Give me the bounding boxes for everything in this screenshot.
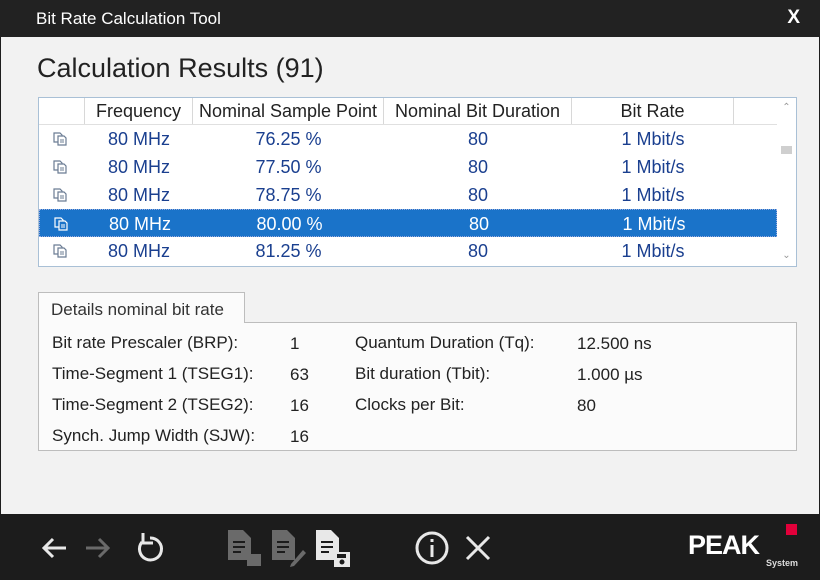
row-document-icon bbox=[53, 244, 67, 258]
row-document-icon bbox=[53, 132, 67, 146]
cell-bit-duration: 80 bbox=[467, 157, 489, 177]
back-arrow-icon bbox=[41, 537, 66, 559]
results-heading: Calculation Results (91) bbox=[37, 53, 324, 83]
tseg1-value: 63 bbox=[290, 365, 309, 384]
tseg2-value: 16 bbox=[290, 396, 309, 415]
tbit-value: 1.000 µs bbox=[577, 365, 643, 384]
main-content: Calculation Results (91) Frequency Nomin… bbox=[1, 37, 819, 514]
tseg1-label: Time-Segment 1 (TSEG1): bbox=[52, 364, 254, 383]
cell-bit-rate: 1 Mbit/s bbox=[622, 214, 686, 234]
window-title: Bit Rate Calculation Tool bbox=[36, 9, 221, 28]
table-row[interactable]: 80 MHz 78.75 % 80 1 Mbit/s bbox=[39, 181, 777, 209]
cell-bit-rate: 1 Mbit/s bbox=[621, 129, 685, 149]
cell-sample-point: 78.75 % bbox=[255, 185, 322, 205]
edit-document-icon bbox=[272, 530, 306, 567]
copy-button[interactable] bbox=[224, 526, 264, 570]
cell-sample-point: 80.00 % bbox=[256, 214, 323, 234]
cell-frequency: 80 MHz bbox=[108, 214, 171, 234]
details-panel: Bit rate Prescaler (BRP): 1 Time-Segment… bbox=[38, 322, 797, 451]
scroll-up-icon[interactable]: ⌃ bbox=[779, 101, 794, 115]
column-header-bit-duration[interactable]: Nominal Bit Duration bbox=[384, 98, 572, 124]
info-icon bbox=[415, 531, 449, 565]
brp-label: Bit rate Prescaler (BRP): bbox=[52, 333, 239, 352]
cell-sample-point: 81.25 % bbox=[255, 241, 322, 261]
tq-value: 12.500 ns bbox=[577, 334, 652, 353]
title-bar: Bit Rate Calculation Tool X bbox=[0, 0, 820, 37]
tseg2-label: Time-Segment 2 (TSEG2): bbox=[52, 395, 254, 414]
header-icon-column bbox=[39, 98, 85, 124]
logo-red-square bbox=[786, 524, 797, 535]
cancel-button[interactable] bbox=[458, 526, 498, 570]
tq-label: Quantum Duration (Tq): bbox=[355, 333, 535, 352]
logo-subtext: System bbox=[765, 558, 798, 568]
forward-button[interactable] bbox=[78, 526, 118, 570]
clocks-per-bit-label: Clocks per Bit: bbox=[355, 395, 465, 414]
cell-bit-duration: 80 bbox=[467, 241, 489, 261]
row-document-icon bbox=[54, 217, 68, 231]
table-row[interactable]: 80 MHz 81.25 % 80 1 Mbit/s bbox=[39, 237, 777, 265]
results-grid[interactable]: Frequency Nominal Sample Point Nominal B… bbox=[38, 97, 797, 267]
table-row[interactable]: 80 MHz 76.25 % 80 1 Mbit/s bbox=[39, 125, 777, 153]
edit-button[interactable] bbox=[268, 526, 308, 570]
sjw-value: 16 bbox=[290, 427, 309, 446]
cell-frequency: 80 MHz bbox=[107, 129, 170, 149]
close-icon bbox=[465, 535, 491, 561]
sjw-label: Synch. Jump Width (SJW): bbox=[52, 426, 256, 445]
tab-details-nominal-bit-rate[interactable]: Details nominal bit rate bbox=[38, 292, 245, 323]
cell-sample-point: 77.50 % bbox=[255, 157, 322, 177]
cell-bit-rate: 1 Mbit/s bbox=[621, 185, 685, 205]
cell-frequency: 80 MHz bbox=[107, 157, 170, 177]
copy-document-icon bbox=[228, 530, 261, 566]
brp-value: 1 bbox=[290, 334, 300, 353]
peak-logo: PEAK System bbox=[688, 524, 800, 572]
column-header-sample-point[interactable]: Nominal Sample Point bbox=[193, 98, 384, 124]
forward-arrow-icon bbox=[86, 537, 111, 559]
reset-icon bbox=[138, 533, 163, 562]
cell-sample-point: 76.25 % bbox=[255, 129, 322, 149]
save-button[interactable] bbox=[312, 526, 352, 570]
reset-button[interactable] bbox=[130, 526, 170, 570]
footer-toolbar: PEAK System bbox=[0, 514, 820, 580]
row-document-icon bbox=[53, 160, 67, 174]
cell-bit-duration: 80 bbox=[467, 185, 489, 205]
column-header-bit-rate[interactable]: Bit Rate bbox=[572, 98, 734, 124]
cell-frequency: 80 MHz bbox=[107, 185, 170, 205]
back-button[interactable] bbox=[34, 526, 74, 570]
info-button[interactable] bbox=[412, 526, 452, 570]
cell-bit-rate: 1 Mbit/s bbox=[621, 241, 685, 261]
save-document-icon bbox=[316, 530, 350, 567]
cell-bit-duration: 80 bbox=[468, 214, 490, 234]
clocks-per-bit-value: 80 bbox=[577, 396, 596, 415]
cell-bit-rate: 1 Mbit/s bbox=[621, 157, 685, 177]
cell-frequency: 80 MHz bbox=[107, 241, 170, 261]
vertical-scrollbar[interactable]: ⌃ ⌄ bbox=[777, 98, 796, 266]
close-window-button[interactable]: X bbox=[787, 7, 800, 29]
table-row[interactable]: 80 MHz 77.50 % 80 1 Mbit/s bbox=[39, 153, 777, 181]
scroll-thumb[interactable] bbox=[781, 146, 792, 154]
cell-bit-duration: 80 bbox=[467, 129, 489, 149]
row-document-icon bbox=[53, 188, 67, 202]
tbit-label: Bit duration (Tbit): bbox=[355, 364, 491, 383]
table-row[interactable]: 80 MHz 80.00 % 80 1 Mbit/s bbox=[39, 209, 777, 237]
logo-text: PEAK bbox=[688, 530, 760, 560]
grid-header: Frequency Nominal Sample Point Nominal B… bbox=[39, 98, 777, 125]
column-header-frequency[interactable]: Frequency bbox=[85, 98, 193, 124]
scroll-down-icon[interactable]: ⌄ bbox=[779, 249, 794, 263]
